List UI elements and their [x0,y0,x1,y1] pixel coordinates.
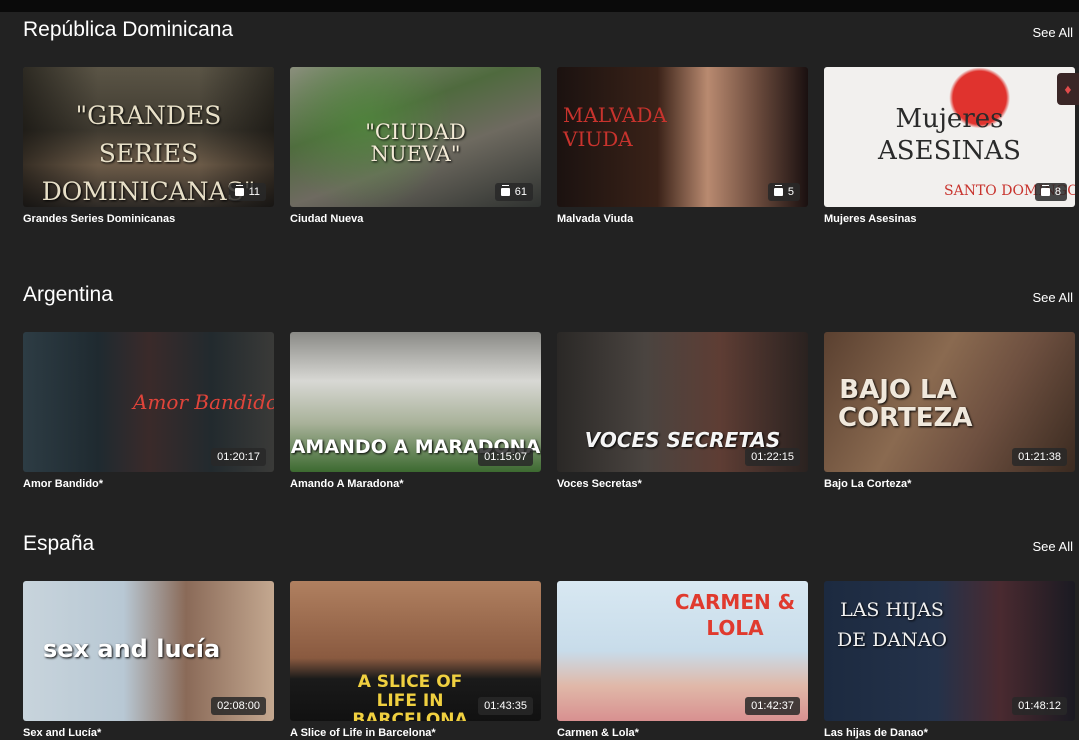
media-card[interactable]: LAS HIJAS DE DANAO 01:48:12 Las hijas de… [824,581,1075,740]
badge-value: 11 [248,186,260,198]
episodes-icon [773,185,783,196]
badge-value: 02:08:00 [217,700,260,712]
media-card[interactable]: sex and lucía 02:08:00 Sex and Lucía* [23,581,274,740]
media-card[interactable]: "CIUDAD NUEVA" 61 Ciudad Nueva [290,67,541,226]
duration-badge: 02:08:00 [211,697,266,715]
thumbnail-art-text: MALVADA VIUDA [563,103,667,151]
media-card[interactable]: BAJO LA CORTEZA 01:21:38 Bajo La Corteza… [824,332,1075,491]
thumbnail-art-text: CARMEN & LOLA [674,590,796,640]
bell-icon: ♦ [1064,81,1072,97]
badge-value: 61 [514,186,527,198]
thumbnail-art-text: "CIUDAD NUEVA" [365,120,466,166]
duration-badge: 01:22:15 [745,448,800,466]
section-title: República Dominicana [23,18,234,41]
episode-count-badge: 5 [767,183,800,201]
media-card[interactable]: AMANDO A MARADONA 01:15:07 Amando A Mara… [290,332,541,491]
episode-count-badge: 61 [494,183,533,201]
section-title: España [23,532,95,555]
card-title[interactable]: Grandes Series Dominicanas [23,212,274,226]
duration-badge: 01:42:37 [745,697,800,715]
thumbnail[interactable]: LAS HIJAS DE DANAO 01:48:12 [824,581,1075,721]
badge-value: 01:48:12 [1018,700,1061,712]
media-card[interactable]: A SLICE OF LIFE IN BARCELONA 01:43:35 A … [290,581,541,740]
thumbnail-art-text: LAS HIJAS DE DANAO [836,599,948,651]
card-title[interactable]: Amando A Maradona* [290,477,541,491]
episodes-icon [234,185,244,196]
badge-value: 5 [787,186,794,198]
media-card[interactable]: "GRANDES SERIES DOMINICANAS" 11 Grandes … [23,67,274,226]
duration-badge: 01:48:12 [1012,697,1067,715]
thumbnail-art-text: Amor Bandido [133,390,274,414]
thumbnail[interactable]: "GRANDES SERIES DOMINICANAS" 11 [23,67,274,207]
thumbnail[interactable]: BAJO LA CORTEZA 01:21:38 [824,332,1075,472]
episodes-icon [500,185,510,196]
media-card[interactable]: VOCES SECRETAS 01:22:15 Voces Secretas* [557,332,808,491]
see-all-link[interactable]: See All [1033,539,1073,555]
thumbnail[interactable]: AMANDO A MARADONA 01:15:07 [290,332,541,472]
card-title[interactable]: Carmen & Lola* [557,726,808,740]
badge-value: 01:43:35 [484,700,527,712]
thumbnail-art-text: BAJO LA CORTEZA [838,375,973,433]
episode-count-badge: 8 [1034,183,1067,201]
badge-value: 01:42:37 [751,700,794,712]
thumbnail[interactable]: sex and lucía 02:08:00 [23,581,274,721]
see-all-link[interactable]: See All [1033,290,1073,306]
episode-count-badge: 11 [228,183,266,201]
thumbnail[interactable]: "CIUDAD NUEVA" 61 [290,67,541,207]
thumbnail-art-text: A SLICE OF LIFE IN BARCELONA [352,672,468,722]
section-title: Argentina [23,283,113,306]
card-title[interactable]: Malvada Viuda [557,212,808,226]
badge-value: 01:21:38 [1018,451,1061,463]
duration-badge: 01:21:38 [1012,448,1067,466]
duration-badge: 01:20:17 [211,448,266,466]
media-card[interactable]: Amor Bandido 01:20:17 Amor Bandido* [23,332,274,491]
card-title[interactable]: A Slice of Life in Barcelona* [290,726,541,740]
media-card[interactable]: MALVADA VIUDA 5 Malvada Viuda [557,67,808,226]
card-title[interactable]: Ciudad Nueva [290,212,541,226]
badge-value: 8 [1054,186,1061,198]
top-bar [0,0,1079,12]
thumbnail-art-text: sex and lucía [43,635,221,663]
thumbnail-art-text: Mujeres ASESINAS [878,104,1021,166]
badge-value: 01:20:17 [217,451,260,463]
thumbnail[interactable]: Amor Bandido 01:20:17 [23,332,274,472]
card-title[interactable]: Mujeres Asesinas [824,212,1075,226]
thumbnail[interactable]: Mujeres ASESINAS SANTO DOMINGO 8 [824,67,1075,207]
card-title[interactable]: Amor Bandido* [23,477,274,491]
media-card[interactable]: Mujeres ASESINAS SANTO DOMINGO 8 Mujeres… [824,67,1075,226]
thumbnail[interactable]: MALVADA VIUDA 5 [557,67,808,207]
media-card[interactable]: CARMEN & LOLA 01:42:37 Carmen & Lola* [557,581,808,740]
card-title[interactable]: Bajo La Corteza* [824,477,1075,491]
episodes-icon [1040,185,1050,196]
badge-value: 01:15:07 [484,451,527,463]
badge-value: 01:22:15 [751,451,794,463]
card-title[interactable]: Sex and Lucía* [23,726,274,740]
duration-badge: 01:15:07 [478,448,533,466]
notification-button[interactable]: ♦ [1057,73,1079,105]
card-title[interactable]: Voces Secretas* [557,477,808,491]
see-all-link[interactable]: See All [1033,25,1073,41]
thumbnail[interactable]: A SLICE OF LIFE IN BARCELONA 01:43:35 [290,581,541,721]
duration-badge: 01:43:35 [478,697,533,715]
thumbnail[interactable]: VOCES SECRETAS 01:22:15 [557,332,808,472]
thumbnail[interactable]: CARMEN & LOLA 01:42:37 [557,581,808,721]
card-title[interactable]: Las hijas de Danao* [824,726,1075,740]
